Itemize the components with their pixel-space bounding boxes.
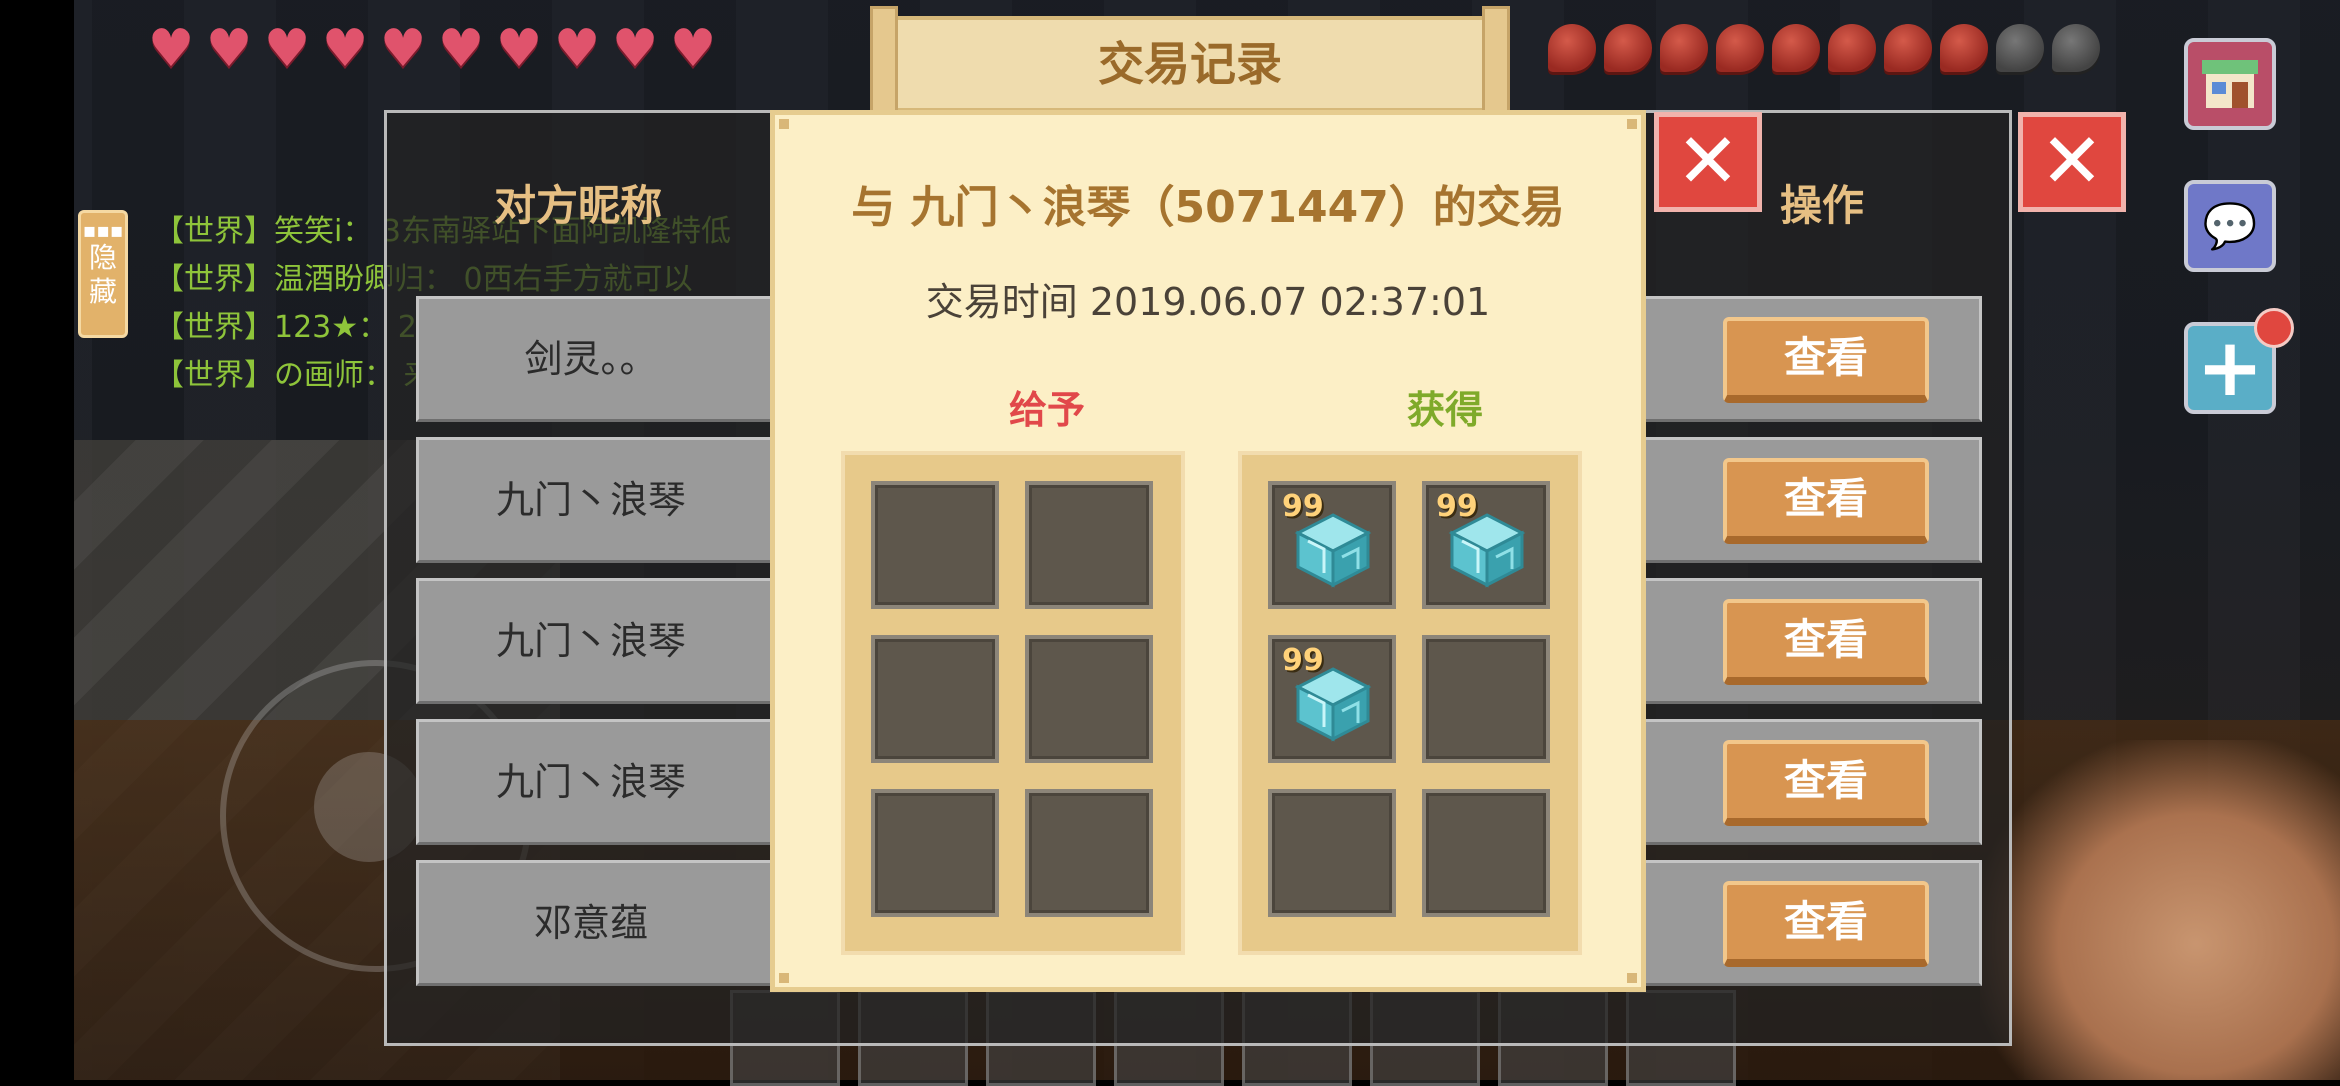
heart-icon: ♥ (379, 19, 427, 79)
hide-label: 隐藏 (88, 241, 117, 308)
shop-icon (2202, 60, 2258, 108)
item-slot[interactable] (1422, 635, 1550, 763)
heart-icon: ♥ (437, 19, 485, 79)
meat-icon (1884, 24, 1932, 72)
close-icon: ✕ (1676, 116, 1740, 205)
chat-bubble-icon: 💬 (2202, 201, 2258, 252)
item-slot[interactable] (871, 789, 999, 917)
chat-hide-toggle[interactable]: ▪▪▪ 隐藏 (78, 210, 128, 338)
meat-icon (1828, 24, 1876, 72)
meat-empty-icon (1996, 24, 2044, 72)
meat-icon (1548, 24, 1596, 72)
dialog-title: 与 九门丶浪琴（5071447）的交易 (851, 182, 1565, 233)
heart-icon: ♥ (611, 19, 659, 79)
item-slot[interactable] (1025, 635, 1153, 763)
item-count: 99 (1282, 643, 1324, 678)
view-button[interactable]: 查看 (1723, 740, 1929, 826)
shop-button[interactable] (2184, 38, 2276, 130)
heart-icon: ♥ (205, 19, 253, 79)
close-icon: ✕ (2040, 116, 2104, 205)
record-nickname: 九门丶浪琴 (495, 760, 686, 804)
give-label: 给予 (1008, 388, 1085, 432)
meat-icon (1940, 24, 1988, 72)
item-slot[interactable]: 99 (1422, 481, 1550, 609)
item-slot[interactable] (871, 635, 999, 763)
meat-icon (1716, 24, 1764, 72)
notification-badge (2254, 308, 2294, 348)
plus-icon: + (2196, 321, 2264, 414)
item-slot[interactable] (871, 481, 999, 609)
record-nickname: 九门丶浪琴 (495, 478, 686, 522)
chat-button[interactable]: 💬 (2184, 180, 2276, 272)
meat-empty-icon (2052, 24, 2100, 72)
heart-icon: ♥ (553, 19, 601, 79)
view-button[interactable]: 查看 (1723, 599, 1929, 685)
corner-ornament (779, 973, 789, 983)
get-items-grid: 99 99 99 (1238, 451, 1582, 955)
item-slot[interactable] (1025, 789, 1153, 917)
health-bar: ♥ ♥ ♥ ♥ ♥ ♥ ♥ ♥ ♥ ♥ (146, 19, 718, 79)
column-header-nickname: 对方昵称 (494, 181, 663, 230)
item-slot[interactable] (1268, 789, 1396, 917)
meat-icon (1604, 24, 1652, 72)
item-slot[interactable] (1025, 481, 1153, 609)
heart-icon: ♥ (147, 19, 195, 79)
player-arm (1980, 740, 2340, 1080)
get-label: 获得 (1406, 388, 1483, 432)
screen-edge (0, 0, 74, 1080)
give-items-grid (841, 451, 1185, 955)
heart-icon: ♥ (669, 19, 717, 79)
chat-icon: ▪▪▪ (82, 218, 124, 242)
close-panel-button[interactable]: ✕ (2018, 112, 2126, 212)
corner-ornament (1627, 973, 1637, 983)
trade-detail-dialog: 与 九门丶浪琴（5071447）的交易 交易时间 2019.06.07 02:3… (770, 110, 1646, 992)
meat-icon (1772, 24, 1820, 72)
panel-title: 交易记录 (870, 6, 1510, 132)
view-button[interactable]: 查看 (1723, 317, 1929, 403)
corner-ornament (779, 119, 789, 129)
item-slot[interactable]: 99 (1268, 481, 1396, 609)
trade-time: 交易时间 2019.06.07 02:37:01 (925, 280, 1491, 324)
meat-icon (1660, 24, 1708, 72)
hunger-bar (1548, 24, 2100, 72)
heart-icon: ♥ (321, 19, 369, 79)
heart-icon: ♥ (495, 19, 543, 79)
corner-ornament (1627, 119, 1637, 129)
item-count: 99 (1282, 489, 1324, 524)
view-button[interactable]: 查看 (1723, 881, 1929, 967)
column-header-action: 操作 (1780, 181, 1865, 230)
record-nickname: 剑灵。。 (524, 337, 658, 381)
item-slot[interactable] (1422, 789, 1550, 917)
item-count: 99 (1436, 489, 1478, 524)
heart-icon: ♥ (263, 19, 311, 79)
record-nickname: 邓意蕴 (533, 901, 648, 945)
view-button[interactable]: 查看 (1723, 458, 1929, 544)
record-nickname: 九门丶浪琴 (495, 619, 686, 663)
item-slot[interactable]: 99 (1268, 635, 1396, 763)
close-dialog-button[interactable]: ✕ (1654, 112, 1762, 212)
